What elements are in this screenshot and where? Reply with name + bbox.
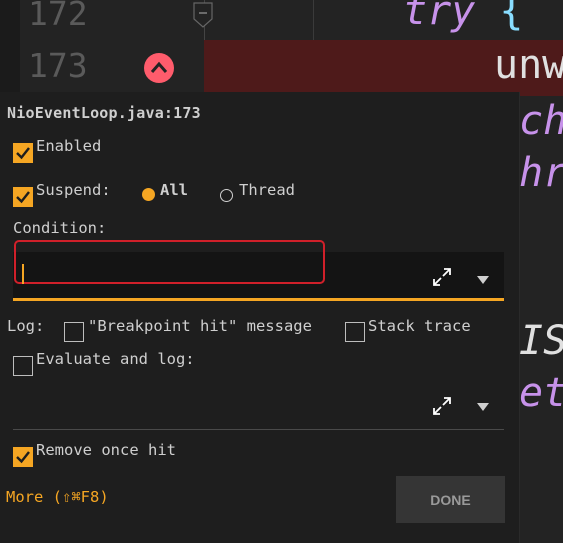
- suspend-label[interactable]: Suspend:: [36, 181, 111, 199]
- breakpoint-popup: NioEventLoop.java:173 Enabled Suspend: A…: [0, 92, 520, 543]
- code-line-173: unw: [494, 42, 563, 88]
- code-fragment: ch: [519, 98, 563, 144]
- code-keyword-try: try {: [403, 0, 524, 34]
- condition-input-underline: [13, 298, 504, 301]
- code-fragment: et: [519, 370, 563, 416]
- stack-trace-label[interactable]: Stack trace: [368, 317, 471, 335]
- evaluate-input-underline: [13, 429, 504, 430]
- line-number-172: 172: [28, 0, 88, 33]
- more-link[interactable]: More (⇧⌘F8): [6, 488, 109, 506]
- evaluate-checkbox[interactable]: [13, 356, 33, 376]
- evaluate-input[interactable]: [13, 382, 504, 428]
- evaluate-label[interactable]: Evaluate and log:: [36, 350, 195, 368]
- suspend-thread-label[interactable]: Thread: [239, 181, 295, 199]
- suspend-thread-radio[interactable]: [220, 189, 233, 202]
- remove-once-hit-checkbox[interactable]: [13, 447, 33, 467]
- condition-label: Condition:: [13, 219, 107, 237]
- condition-input-focus-ring: [14, 240, 325, 284]
- stack-trace-checkbox[interactable]: [345, 322, 365, 342]
- done-button[interactable]: DONE: [396, 476, 505, 523]
- history-dropdown-icon[interactable]: [476, 402, 490, 412]
- code-fragment: hr: [519, 150, 563, 196]
- suspend-all-label[interactable]: All: [160, 181, 188, 199]
- suspend-checkbox[interactable]: [13, 187, 33, 207]
- fold-collapse-icon[interactable]: [193, 2, 213, 28]
- expand-editor-icon[interactable]: [432, 396, 452, 416]
- check-icon: [16, 147, 30, 160]
- log-message-checkbox[interactable]: [64, 322, 84, 342]
- popup-title: NioEventLoop.java:173: [7, 104, 201, 122]
- breakpoint-icon[interactable]: [143, 52, 175, 84]
- text-caret: [22, 264, 24, 284]
- line-number-173: 173: [28, 46, 88, 85]
- check-icon: [16, 451, 30, 464]
- enabled-label[interactable]: Enabled: [36, 137, 101, 155]
- indent-guide: [313, 0, 314, 40]
- history-dropdown-icon[interactable]: [476, 275, 490, 285]
- log-label: Log:: [7, 317, 45, 335]
- remove-once-hit-label[interactable]: Remove once hit: [36, 441, 176, 459]
- enabled-checkbox[interactable]: [13, 143, 33, 163]
- suspend-all-radio[interactable]: [142, 188, 155, 201]
- check-icon: [16, 191, 30, 204]
- log-message-label[interactable]: "Breakpoint hit" message: [88, 317, 312, 335]
- code-fragment: IS: [519, 318, 563, 364]
- expand-editor-icon[interactable]: [432, 267, 452, 287]
